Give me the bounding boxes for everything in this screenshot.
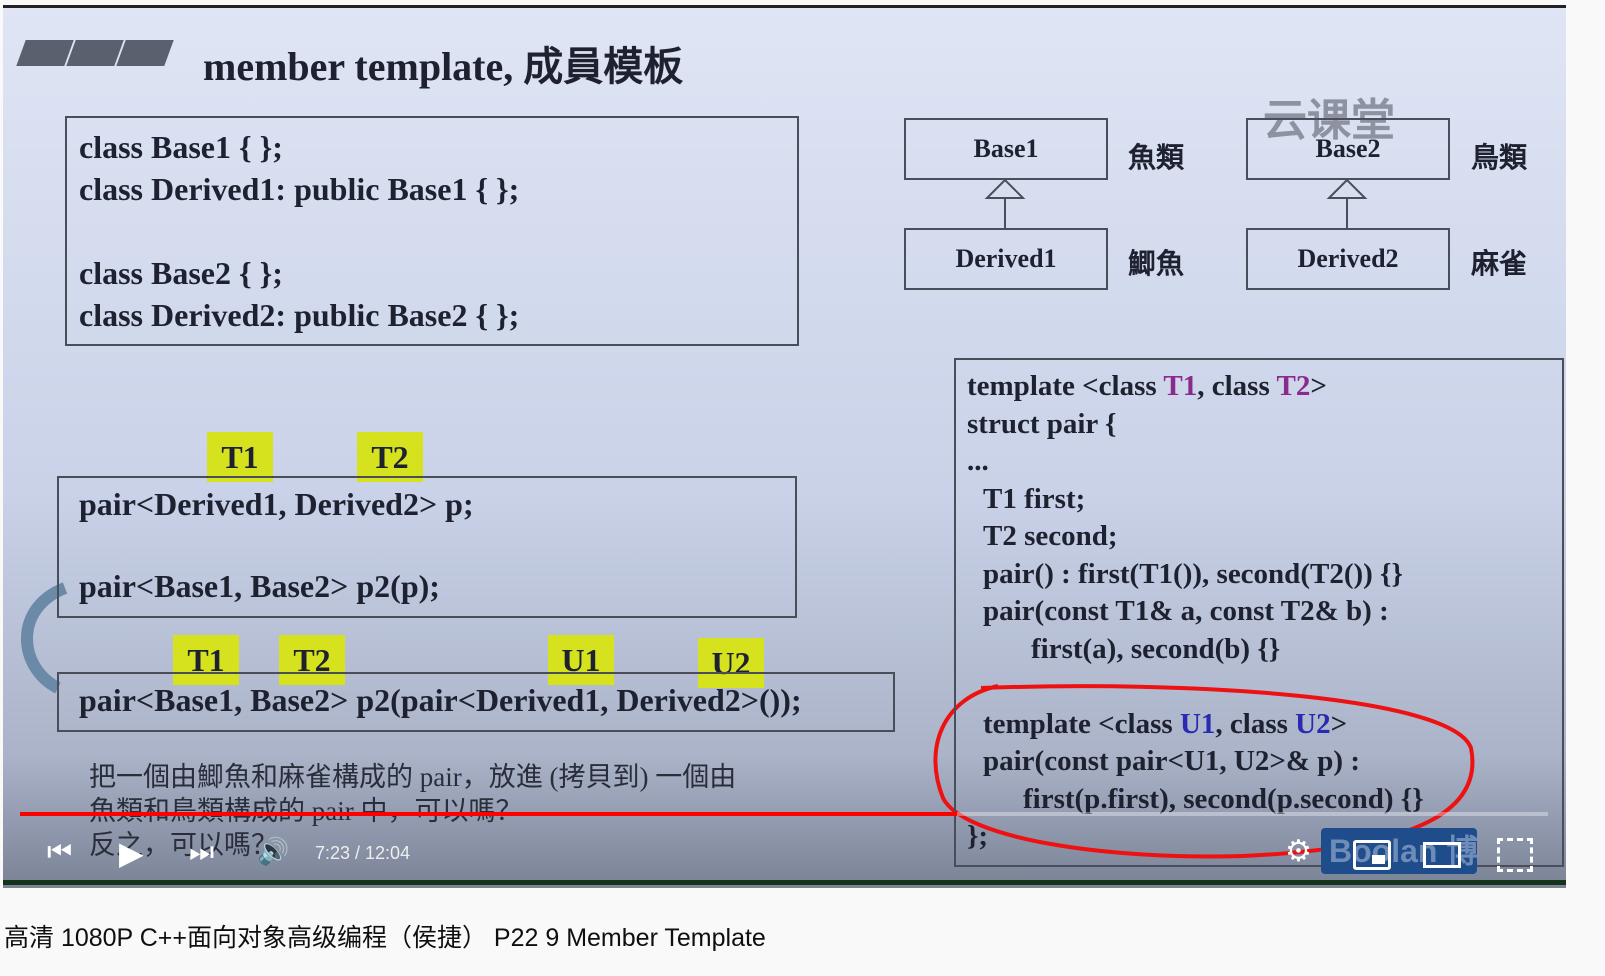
fullscreen-button[interactable] bbox=[1497, 838, 1533, 872]
label-crucian: 鯽魚 bbox=[1128, 249, 1185, 280]
previous-button[interactable]: ⏮ bbox=[47, 836, 72, 869]
slide-note: 把一個由鯽魚和麻雀構成的 pair，放進 (拷貝到) 一個由 魚類和鳥類構成的 p… bbox=[89, 762, 737, 860]
tag-t2: T2 bbox=[357, 432, 423, 482]
miniplayer-button[interactable] bbox=[1353, 840, 1391, 870]
code-line: pair<Derived1, Derived2> p; bbox=[79, 486, 474, 522]
video-player[interactable]: member template, 成員模板 云课堂 class Base1 { … bbox=[3, 5, 1566, 888]
volume-button[interactable]: 🔊 bbox=[257, 836, 289, 867]
player-bottom-edge bbox=[3, 880, 1566, 885]
label-bird: 鳥類 bbox=[1471, 143, 1528, 174]
settings-gear-icon[interactable]: ⚙ bbox=[1285, 834, 1312, 869]
next-button[interactable]: ⏭ bbox=[189, 836, 214, 869]
label-sparrow: 麻雀 bbox=[1471, 249, 1528, 280]
progress-played bbox=[20, 812, 957, 816]
code-pair-struct: template <class T1, class T2> struct pai… bbox=[967, 370, 1424, 852]
time-display: 7:23 / 12:04 bbox=[315, 843, 411, 863]
code-line: pair<Base1, Base2> p2(p); bbox=[79, 568, 440, 604]
progress-bar[interactable] bbox=[20, 812, 1548, 816]
play-button[interactable]: ▶ bbox=[119, 834, 144, 872]
video-title: 高清 1080P C++面向对象高级编程（侯捷） P22 9 Member Te… bbox=[4, 924, 766, 952]
theater-mode-button[interactable] bbox=[1423, 842, 1461, 868]
label-fish: 魚類 bbox=[1128, 143, 1185, 174]
code-line: pair<Base1, Base2> p2(pair<Derived1, Der… bbox=[79, 682, 802, 718]
tag-t1: T1 bbox=[207, 432, 273, 482]
